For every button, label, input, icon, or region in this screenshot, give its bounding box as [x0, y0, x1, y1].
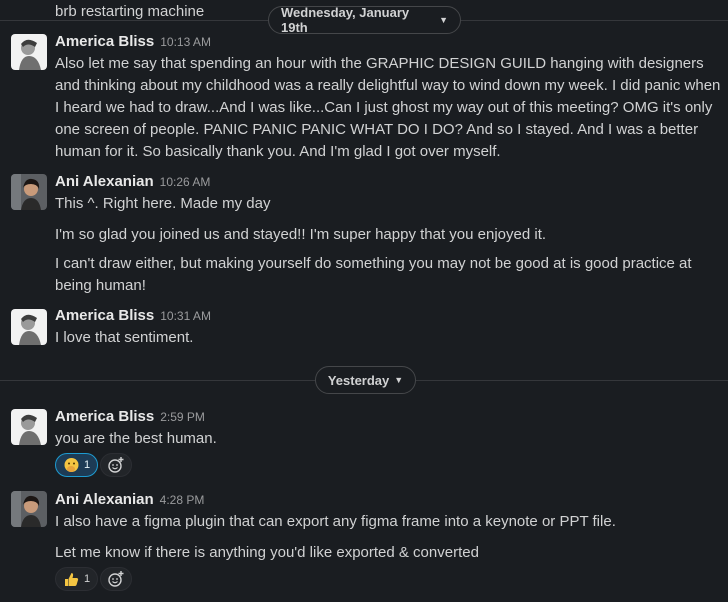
message-text: you are the best human.	[55, 430, 217, 447]
reaction-button[interactable]: 1	[55, 567, 99, 591]
timestamp[interactable]: 10:13 AM	[160, 35, 211, 49]
message-text: I can't draw either, but making yourself…	[55, 255, 692, 294]
author-name[interactable]: Ani Alexanian	[55, 173, 154, 190]
message-text: I also have a figma plugin that can expo…	[55, 513, 616, 530]
thumbs-up-icon	[65, 572, 79, 586]
avatar[interactable]	[11, 491, 47, 527]
reaction-button[interactable]: 1	[55, 453, 99, 477]
message-text: Also let me say that spending an hour wi…	[55, 55, 721, 160]
date-label: Yesterday	[327, 372, 390, 388]
chevron-down-icon: ▼	[394, 375, 404, 385]
message-text: I'm so glad you joined us and stayed!! I…	[55, 226, 547, 243]
add-reaction-button[interactable]	[100, 453, 132, 477]
author-name[interactable]: America Bliss	[55, 307, 154, 324]
date-label: Wednesday, January 19th	[281, 5, 410, 35]
timestamp[interactable]: 10:26 AM	[160, 175, 211, 189]
timestamp[interactable]: 2:59 PM	[160, 410, 205, 424]
reaction-count: 1	[84, 573, 91, 585]
add-reaction-button[interactable]	[100, 567, 132, 591]
avatar-america-bliss	[11, 309, 47, 345]
message-header: America Bliss 2:59 PM	[55, 408, 205, 426]
message-header: America Bliss 10:31 AM	[55, 307, 211, 325]
reaction-count: 1	[84, 459, 91, 471]
timestamp[interactable]: 4:28 PM	[160, 493, 205, 507]
chevron-down-icon: ▼	[439, 15, 448, 25]
avatar[interactable]	[11, 309, 47, 345]
date-divider-yesterday[interactable]: Yesterday ▼	[315, 366, 416, 394]
date-divider-wednesday[interactable]: Wednesday, January 19th ▼	[268, 5, 461, 35]
avatar-ani-alexanian	[11, 491, 47, 527]
message-header: Ani Alexanian 4:28 PM	[55, 491, 204, 509]
message-text: I love that sentiment.	[55, 329, 194, 346]
message-text: Let me know if there is anything you'd l…	[55, 544, 479, 561]
timestamp[interactable]: 10:31 AM	[160, 309, 211, 323]
avatar[interactable]	[11, 174, 47, 210]
message-text: This ^. Right here. Made my day	[55, 195, 271, 212]
message-header: Ani Alexanian 10:26 AM	[55, 173, 210, 191]
avatar[interactable]	[11, 409, 47, 445]
author-name[interactable]: America Bliss	[55, 408, 154, 425]
message-header: America Bliss 10:13 AM	[55, 33, 211, 51]
author-name[interactable]: America Bliss	[55, 33, 154, 50]
avatar-america-bliss	[11, 409, 47, 445]
add-emoji-icon	[108, 571, 124, 587]
add-emoji-icon	[108, 457, 124, 473]
avatar-ani-alexanian	[11, 174, 47, 210]
avatar-america-bliss	[11, 34, 47, 70]
author-name[interactable]: Ani Alexanian	[55, 491, 154, 508]
face-with-hand-over-mouth-icon	[64, 457, 79, 472]
avatar[interactable]	[11, 34, 47, 70]
